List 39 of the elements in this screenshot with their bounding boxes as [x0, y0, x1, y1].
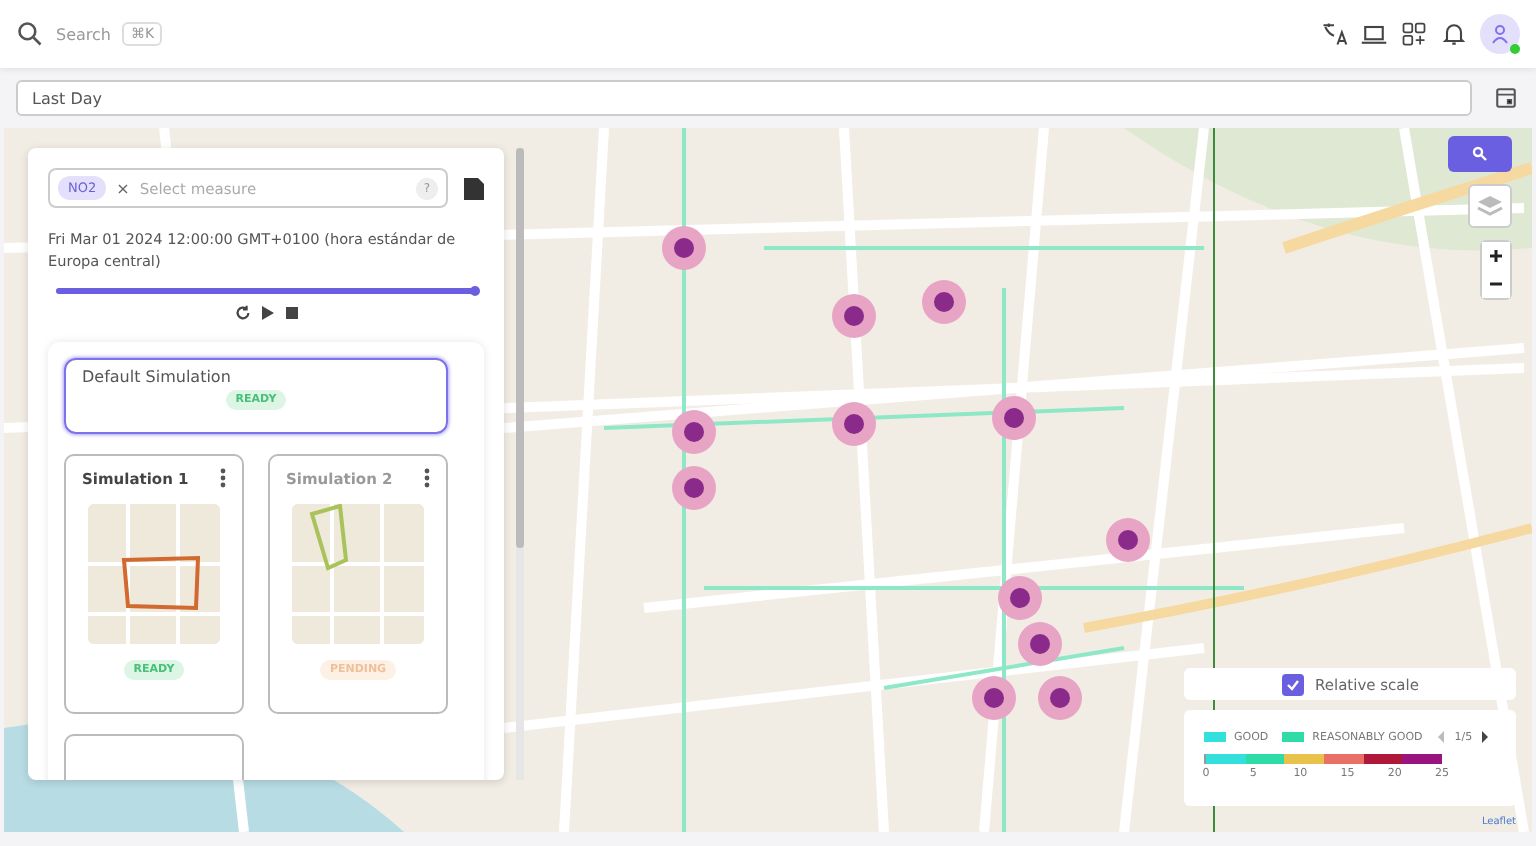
calendar-icon[interactable] — [1492, 84, 1520, 112]
translate-icon[interactable] — [1320, 20, 1348, 48]
save-icon[interactable] — [464, 176, 484, 200]
more-icon[interactable] — [220, 468, 226, 488]
next-icon[interactable] — [1480, 730, 1491, 744]
pollution-hotspot — [672, 410, 716, 454]
play-icon[interactable] — [259, 304, 275, 322]
pollution-hotspot — [1038, 676, 1082, 720]
pollution-hotspot — [998, 576, 1042, 620]
layers-icon — [1476, 194, 1504, 218]
pollution-hotspot — [972, 676, 1016, 720]
stop-icon[interactable] — [283, 304, 299, 322]
replay-icon[interactable] — [233, 304, 251, 322]
apps-icon[interactable] — [1400, 20, 1428, 48]
search-icon — [1472, 146, 1488, 162]
user-avatar[interactable] — [1480, 14, 1520, 54]
pollution-hotspot — [832, 402, 876, 446]
search-icon[interactable] — [16, 20, 44, 48]
pollution-hotspot — [1106, 518, 1150, 562]
pollution-hotspot — [672, 466, 716, 510]
more-icon[interactable] — [424, 468, 430, 488]
relative-scale-checkbox[interactable] — [1281, 673, 1304, 695]
pollution-hotspot — [992, 396, 1036, 440]
bell-icon[interactable] — [1440, 20, 1468, 48]
search-button[interactable] — [1448, 136, 1512, 172]
pollution-hotspot — [662, 226, 706, 270]
date-range-field[interactable]: Last Day — [16, 80, 1472, 116]
plus-icon — [1488, 248, 1504, 264]
panel-scrollbar[interactable] — [516, 148, 524, 780]
map-thumbnail — [88, 504, 220, 644]
timeline-slider[interactable] — [56, 288, 476, 294]
pollution-hotspot — [1018, 622, 1062, 666]
pollution-hotspot — [922, 280, 966, 324]
map-thumbnail — [292, 504, 424, 644]
laptop-icon[interactable] — [1360, 20, 1388, 48]
search-field[interactable]: Search — [56, 25, 111, 43]
pollution-hotspot — [832, 294, 876, 338]
remove-chip-button[interactable]: × — [116, 179, 130, 197]
simulation-title: Default Simulation — [82, 368, 231, 386]
